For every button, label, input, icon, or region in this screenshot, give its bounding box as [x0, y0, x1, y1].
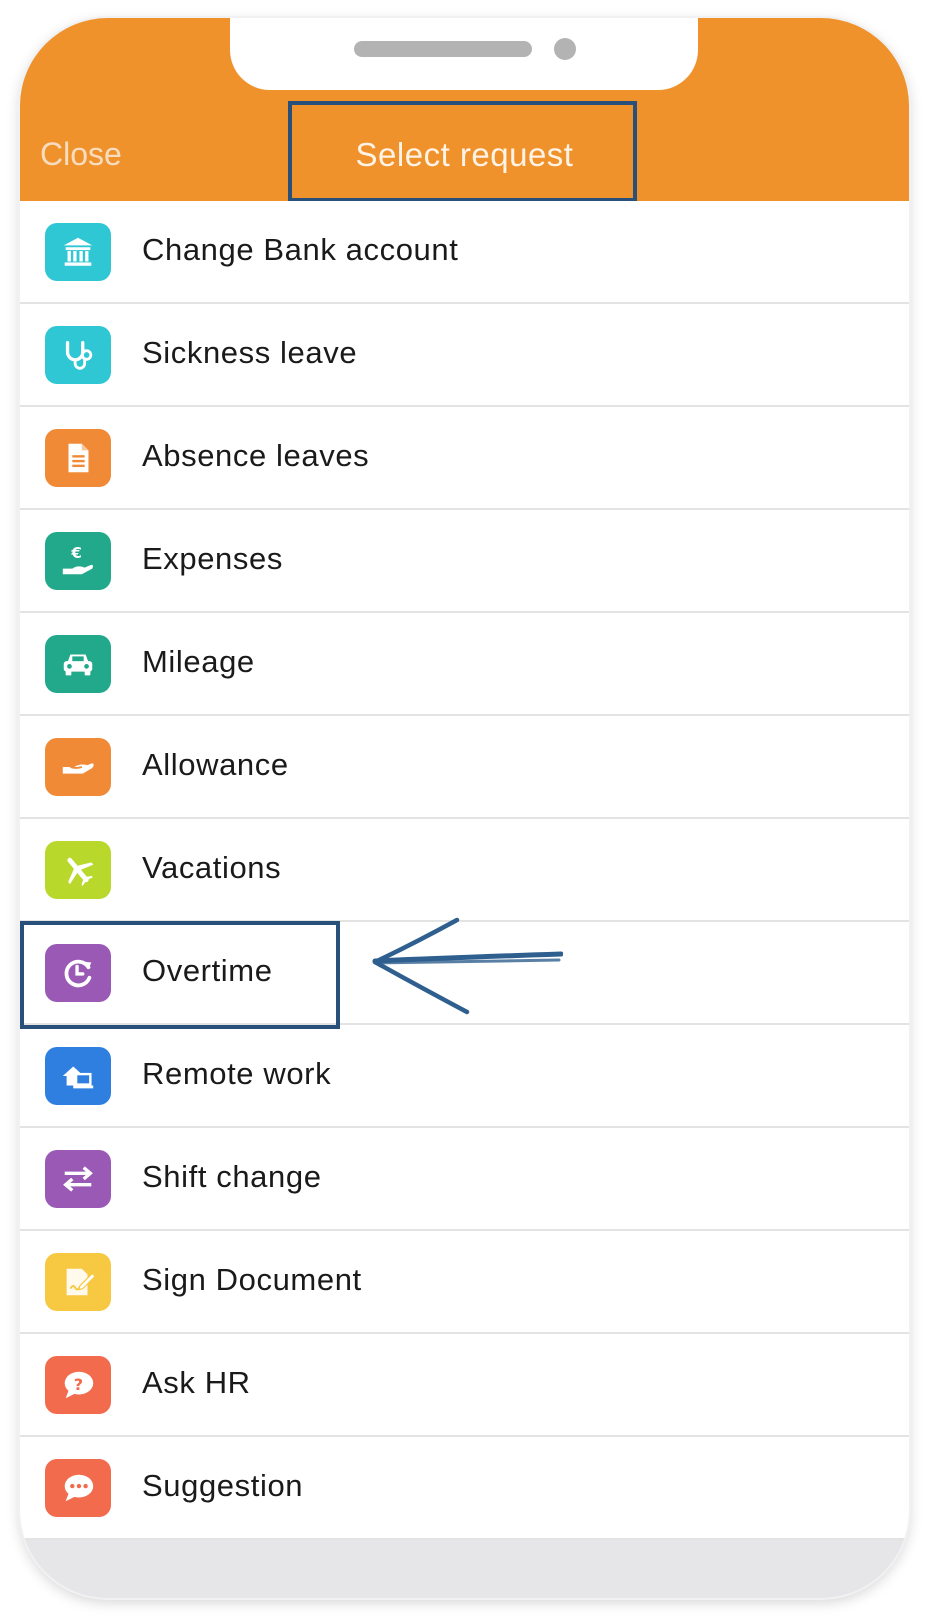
- request-item-vacations[interactable]: Vacations: [20, 819, 909, 922]
- request-item-remote-work[interactable]: Remote work: [20, 1025, 909, 1128]
- request-item-mileage[interactable]: Mileage: [20, 613, 909, 716]
- request-label: Shift change: [142, 1159, 322, 1194]
- svg-text:€: €: [70, 544, 82, 562]
- request-label: Remote work: [142, 1056, 332, 1091]
- request-item-ask-hr[interactable]: ? Ask HR: [20, 1334, 909, 1437]
- svg-text:?: ?: [74, 1375, 83, 1394]
- front-camera: [554, 38, 576, 60]
- hand-drawn-arrow: [372, 917, 563, 1015]
- car-icon: [45, 635, 111, 693]
- request-item-absence-leaves[interactable]: Absence leaves: [20, 407, 909, 510]
- euro-hand-icon: €: [45, 532, 111, 590]
- request-item-change-bank-account[interactable]: Change Bank account: [20, 201, 909, 304]
- request-item-allowance[interactable]: Allowance: [20, 716, 909, 819]
- title-highlight-box: [288, 101, 637, 202]
- request-label: Expenses: [142, 541, 283, 576]
- request-item-shift-change[interactable]: Shift change: [20, 1128, 909, 1231]
- question-bubble-icon: ?: [45, 1356, 111, 1414]
- request-label: Vacations: [142, 850, 282, 885]
- request-list: Change Bank account Sickness leave Absen…: [20, 201, 909, 1540]
- speaker-grille: [354, 41, 532, 57]
- sign-document-icon: [45, 1253, 111, 1311]
- phone-notch: [230, 18, 698, 90]
- request-item-expenses[interactable]: € Expenses: [20, 510, 909, 613]
- request-label: Sign Document: [142, 1262, 362, 1297]
- request-label: Ask HR: [142, 1365, 251, 1400]
- request-label: Suggestion: [142, 1468, 304, 1503]
- request-item-suggestion[interactable]: Suggestion: [20, 1437, 909, 1540]
- bank-icon: [45, 223, 111, 281]
- stethoscope-icon: [45, 326, 111, 384]
- request-label: Change Bank account: [142, 232, 459, 267]
- airplane-icon: [45, 841, 111, 899]
- request-label: Mileage: [142, 644, 255, 679]
- swap-arrows-icon: [45, 1150, 111, 1208]
- document-icon: [45, 429, 111, 487]
- chat-bubble-icon: [45, 1459, 111, 1517]
- phone-frame: Close Select request Change Bank account…: [20, 18, 909, 1598]
- request-item-sign-document[interactable]: Sign Document: [20, 1231, 909, 1334]
- overtime-highlight-box: [20, 921, 340, 1029]
- home-laptop-icon: [45, 1047, 111, 1105]
- header-bar: Close Select request: [20, 18, 909, 202]
- request-label: Absence leaves: [142, 438, 370, 473]
- request-label: Allowance: [142, 747, 289, 782]
- request-label: Sickness leave: [142, 335, 358, 370]
- request-item-sickness-leave[interactable]: Sickness leave: [20, 304, 909, 407]
- hand-icon: [45, 738, 111, 796]
